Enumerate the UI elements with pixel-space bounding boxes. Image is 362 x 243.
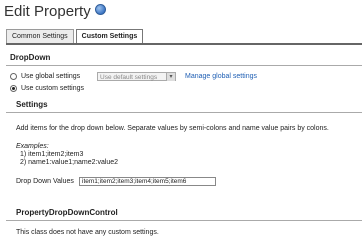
use-custom-label: Use custom settings [21, 85, 85, 92]
use-custom-radio[interactable] [10, 85, 17, 92]
example-line-1: 1) item1;item2;item3 [20, 151, 84, 158]
examples-label: Examples: [16, 143, 49, 150]
use-custom-option[interactable]: Use custom settings [10, 85, 84, 92]
dropdown-values-input[interactable]: item1;item2;item3;item4;item5;item6 [79, 177, 216, 186]
global-settings-select[interactable]: Use default settings ▾ [97, 72, 176, 81]
control-heading: PropertyDropDownControl [16, 208, 118, 217]
help-icon[interactable] [94, 3, 106, 15]
dropdown-values-label: Drop Down Values [16, 178, 74, 185]
example-line-2: 2) name1:value1;name2:value2 [20, 159, 119, 166]
manage-global-settings-link[interactable]: Manage global settings [185, 73, 257, 80]
dropdown-heading: DropDown [10, 53, 51, 62]
page-title: Edit Property [4, 2, 91, 20]
global-select-value: Use default settings [100, 74, 158, 81]
divider [6, 112, 362, 113]
control-message: This class does not have any custom sett… [16, 229, 159, 236]
divider [6, 220, 362, 221]
use-global-radio[interactable] [10, 73, 17, 80]
page-header: Edit Property [4, 2, 106, 20]
tab-common-settings[interactable]: Common Settings [6, 29, 74, 44]
use-global-option[interactable]: Use global settings [10, 73, 80, 80]
settings-heading: Settings [16, 100, 48, 109]
tab-divider [6, 43, 362, 45]
instructions-text: Add items for the drop down below. Separ… [16, 125, 329, 132]
chevron-down-icon: ▾ [166, 73, 175, 81]
divider [6, 65, 362, 66]
use-global-label: Use global settings [21, 73, 81, 80]
tab-bar: Common Settings Custom Settings [6, 29, 145, 45]
